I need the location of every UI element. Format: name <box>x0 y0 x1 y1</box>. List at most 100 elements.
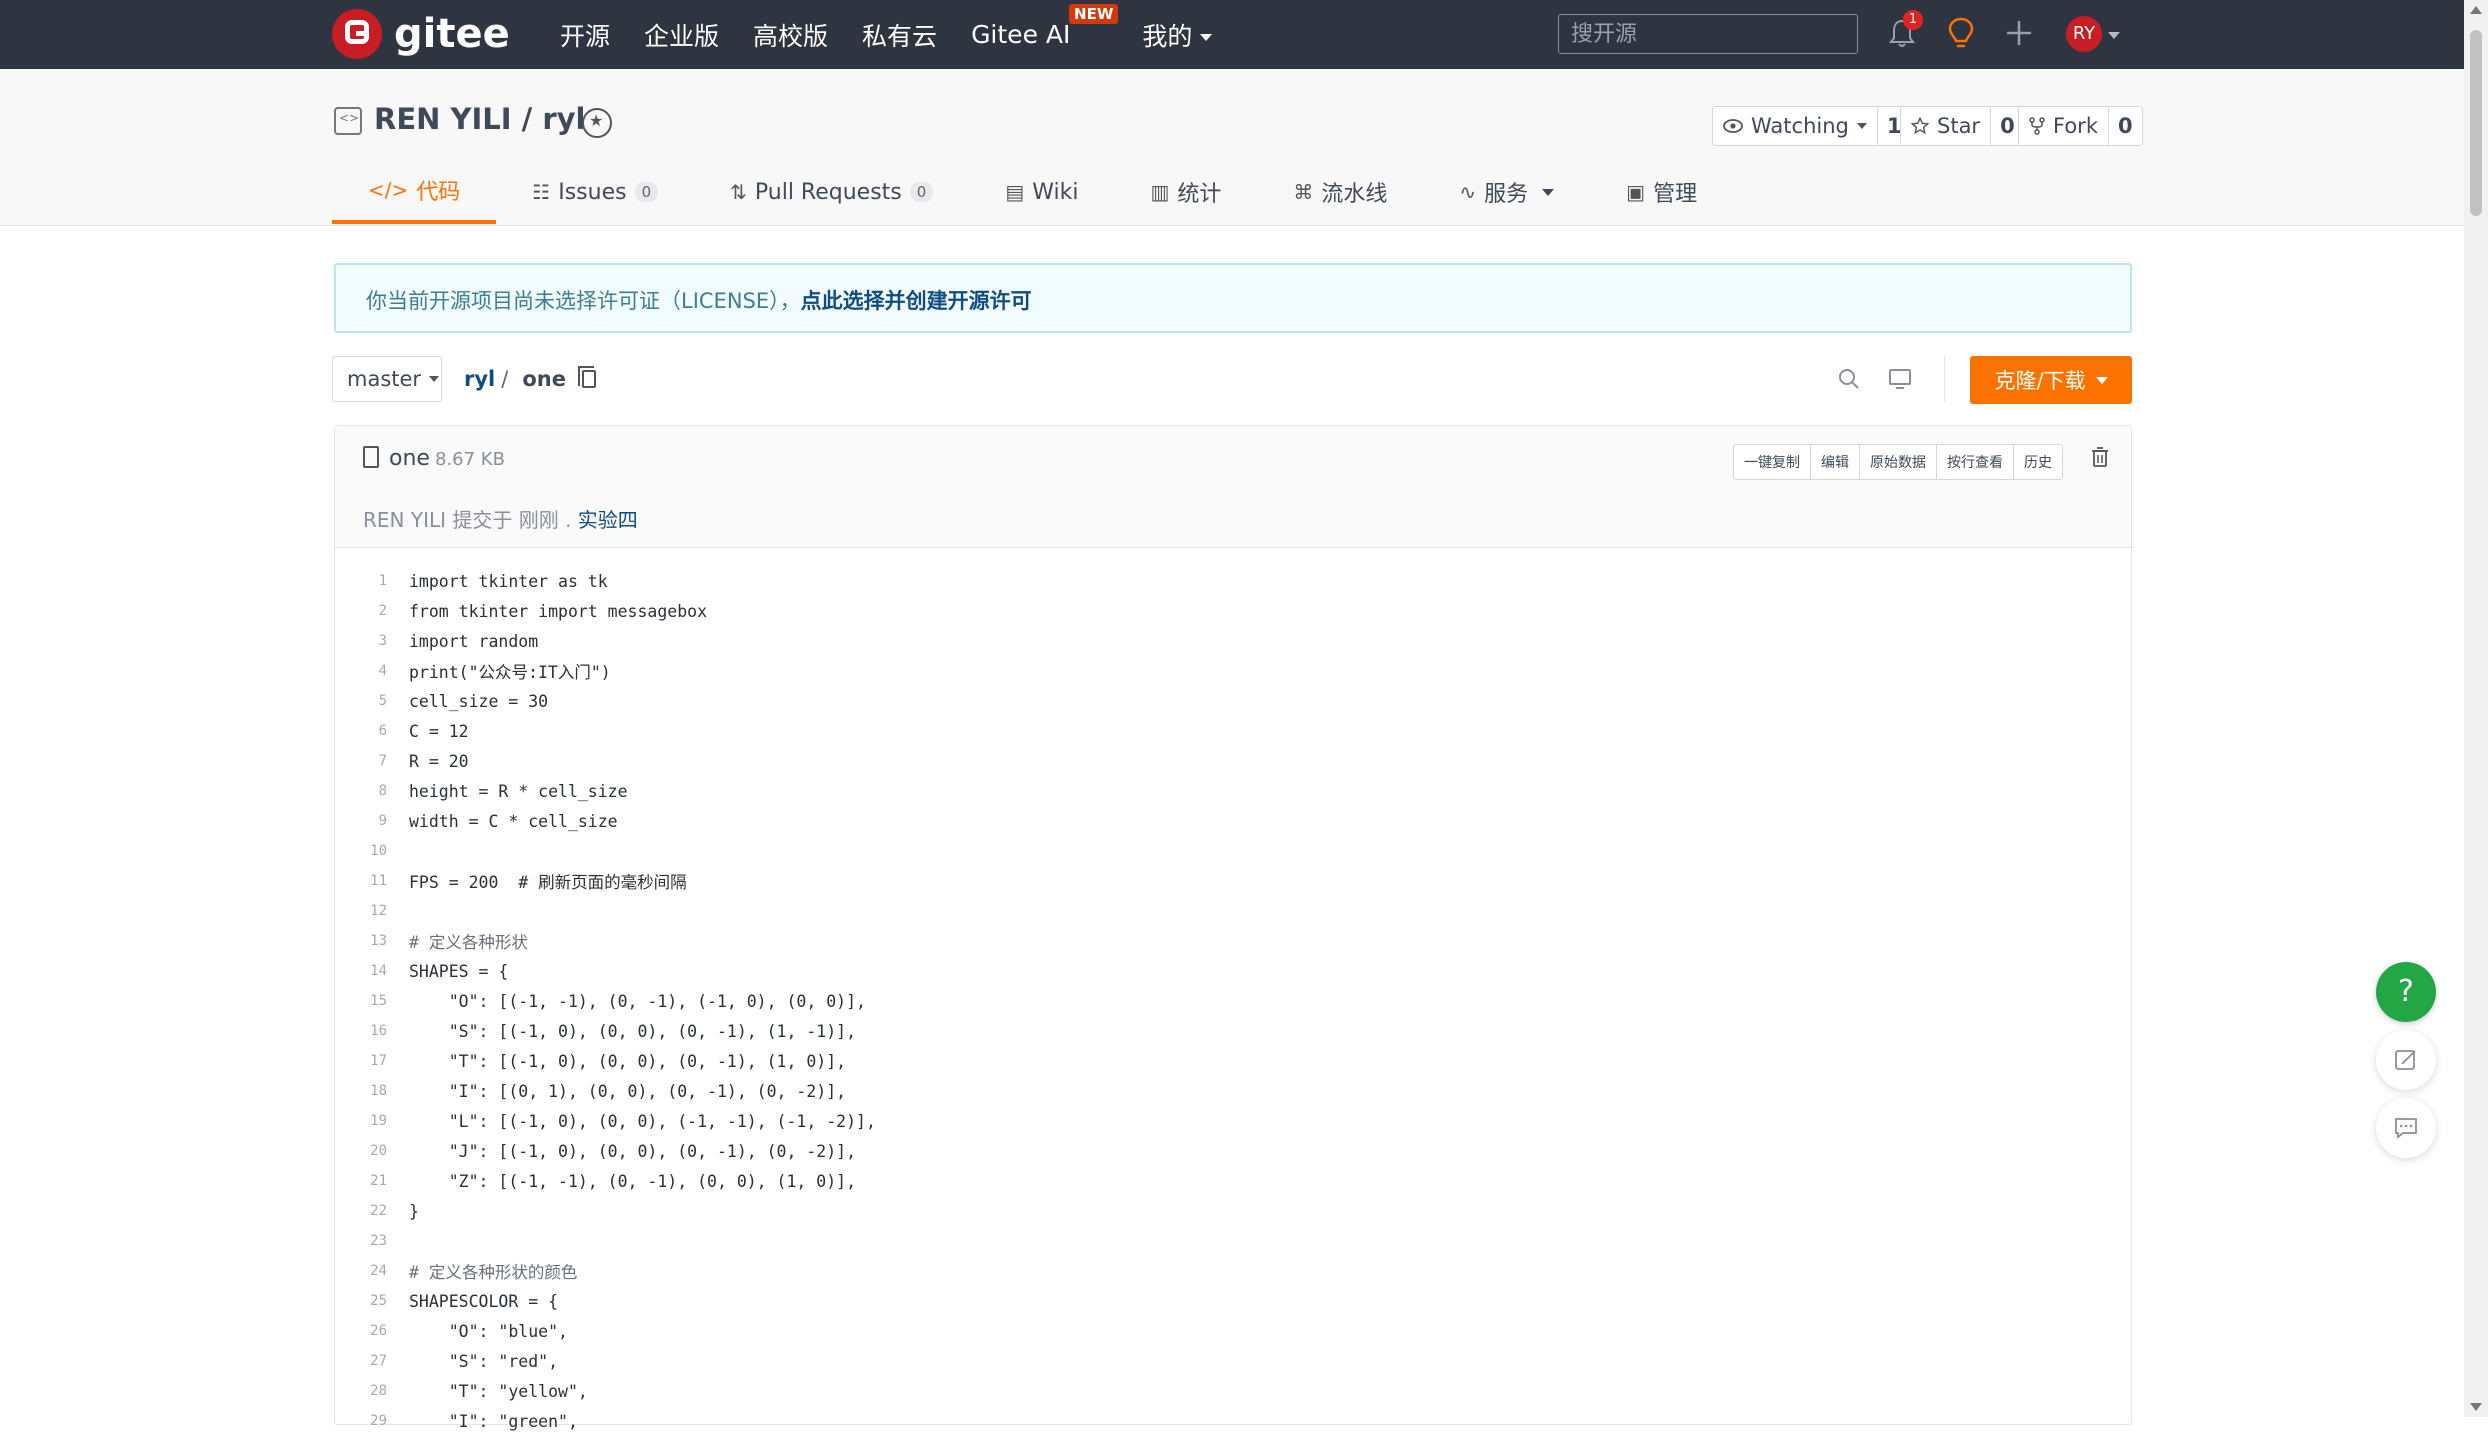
tab-pipeline[interactable]: ⌘ 流水线 <box>1257 160 1423 224</box>
feedback-button[interactable] <box>2376 1030 2436 1090</box>
breadcrumb-repo[interactable]: ryl <box>464 367 495 391</box>
line-number[interactable]: 3 <box>335 633 409 649</box>
commit-message-link[interactable]: 实验四 <box>578 508 638 532</box>
scroll-down-arrow-icon[interactable] <box>2470 1403 2482 1411</box>
tab-code[interactable]: </> 代码 <box>332 160 497 224</box>
avatar[interactable]: RY <box>2066 16 2102 52</box>
code-block: 1 import tkinter as tk 2 from tkinter impor… <box>335 566 2131 1436</box>
lightbulb-icon[interactable] <box>1946 16 1976 52</box>
trash-icon[interactable] <box>2091 446 2109 468</box>
tab-stats[interactable]: ▥ 统计 <box>1114 160 1257 224</box>
watch-button[interactable]: Watching 1 <box>1712 106 1912 146</box>
chat-button[interactable] <box>2376 1098 2436 1158</box>
line-number[interactable]: 13 <box>335 933 409 949</box>
commit-text: REN YILI 提交于 刚刚 . <box>363 508 578 532</box>
line-number[interactable]: 27 <box>335 1353 409 1369</box>
raw-button[interactable]: 原始数据 <box>1859 445 1936 479</box>
fork-count[interactable]: 0 <box>2107 107 2142 145</box>
line-number[interactable]: 11 <box>335 873 409 889</box>
license-notice-text: 你当前开源项目尚未选择许可证（LICENSE）， <box>366 289 801 313</box>
line-number[interactable]: 21 <box>335 1173 409 1189</box>
line-number[interactable]: 4 <box>335 663 409 679</box>
search-icon[interactable] <box>1838 368 1860 390</box>
line-number[interactable]: 17 <box>335 1053 409 1069</box>
line-number[interactable]: 23 <box>335 1233 409 1249</box>
line-number[interactable]: 28 <box>335 1383 409 1399</box>
award-icon[interactable] <box>582 108 612 138</box>
nav-item-private-cloud[interactable]: 私有云 <box>862 17 937 53</box>
pull-requests-count: 0 <box>909 182 934 202</box>
line-number[interactable]: 7 <box>335 753 409 769</box>
line-number[interactable]: 15 <box>335 993 409 1009</box>
code-text: "Z": [(-1, -1), (0, -1), (0, 0), (1, 0)]… <box>409 1171 857 1191</box>
line-number[interactable]: 22 <box>335 1203 409 1219</box>
repo-tabs: </> 代码 ☷ Issues 0 ⇅ Pull Requests 0 ▤ Wi… <box>332 160 1733 224</box>
fork-button-group: Fork 0 <box>2018 106 2143 146</box>
copy-all-button[interactable]: 一键复制 <box>1734 445 1810 479</box>
search-input[interactable] <box>1558 14 1858 54</box>
line-number[interactable]: 26 <box>335 1323 409 1339</box>
line-number[interactable]: 19 <box>335 1113 409 1129</box>
create-license-link[interactable]: 点此选择并创建开源许可 <box>801 289 1032 313</box>
blame-button[interactable]: 按行查看 <box>1936 445 2013 479</box>
clone-download-button[interactable]: 克隆/下载 <box>1970 356 2132 404</box>
code-text: FPS = 200 # 刷新页面的毫秒间隔 <box>409 873 687 892</box>
notification-badge: 1 <box>1903 10 1923 30</box>
chevron-down-icon[interactable] <box>2108 32 2120 39</box>
tab-manage[interactable]: ▣ 管理 <box>1590 160 1733 224</box>
tab-pipeline-label: 流水线 <box>1321 182 1388 207</box>
chevron-down-icon <box>1542 188 1555 196</box>
code-text: "I": [(0, 1), (0, 0), (0, -1), (0, -2)], <box>409 1081 847 1101</box>
line-number[interactable]: 12 <box>335 903 409 919</box>
tab-issues[interactable]: ☷ Issues 0 <box>496 160 694 224</box>
line-number[interactable]: 24 <box>335 1263 409 1279</box>
nav-item-gitee-ai-label: Gitee AI <box>971 20 1071 49</box>
nav-item-gitee-ai[interactable]: Gitee AI NEW <box>971 4 1119 49</box>
line-number[interactable]: 29 <box>335 1413 409 1429</box>
code-line: 7R = 20 <box>335 746 2131 776</box>
tab-services-dropdown[interactable]: ∿ 服务 <box>1423 160 1590 224</box>
scroll-up-arrow-icon[interactable] <box>2470 6 2482 14</box>
line-number[interactable]: 14 <box>335 963 409 979</box>
line-number[interactable]: 9 <box>335 813 409 829</box>
repo-title[interactable]: REN YILI / ryl <box>374 102 586 136</box>
line-number[interactable]: 16 <box>335 1023 409 1039</box>
line-number[interactable]: 8 <box>335 783 409 799</box>
code-line: 22} <box>335 1196 2131 1226</box>
code-line: 4 print("公众号:IT入门") <box>335 656 2131 686</box>
tab-wiki-label: Wiki <box>1032 179 1079 205</box>
line-number[interactable]: 1 <box>335 573 409 589</box>
code-text: height = R * cell_size <box>409 781 628 801</box>
nav-item-mine-dropdown[interactable]: 我的 <box>1142 17 1212 53</box>
fork-button[interactable]: Fork 0 <box>2018 106 2143 146</box>
code-line: 12 <box>335 896 2131 926</box>
history-button[interactable]: 历史 <box>2013 445 2062 479</box>
nav-item-open-source[interactable]: 开源 <box>560 17 610 53</box>
line-number[interactable]: 20 <box>335 1143 409 1159</box>
line-number[interactable]: 2 <box>335 603 409 619</box>
monitor-icon[interactable] <box>1888 368 1912 390</box>
code-line: 11 FPS = 200 # 刷新页面的毫秒间隔 <box>335 866 2131 896</box>
line-number[interactable]: 18 <box>335 1083 409 1099</box>
copy-path-icon[interactable] <box>577 366 596 388</box>
nav-item-enterprise[interactable]: 企业版 <box>644 17 719 53</box>
code-text: # 定义各种形状的颜色 <box>409 1263 578 1282</box>
nav-item-university[interactable]: 高校版 <box>753 17 828 53</box>
line-number[interactable]: 25 <box>335 1293 409 1309</box>
chevron-down-icon <box>2095 376 2108 384</box>
code-line: 9 width = C * cell_size <box>335 806 2131 836</box>
star-button[interactable]: Star 0 <box>1900 106 2025 146</box>
line-number[interactable]: 6 <box>335 723 409 739</box>
edit-button[interactable]: 编辑 <box>1810 445 1859 479</box>
line-number[interactable]: 5 <box>335 693 409 709</box>
branch-selector[interactable]: master <box>332 356 442 402</box>
scrollbar-thumb[interactable] <box>2470 30 2482 216</box>
tab-services-label: 服务 <box>1484 182 1529 207</box>
pull-request-icon: ⇅ <box>730 180 747 204</box>
tab-pull-requests[interactable]: ⇅ Pull Requests 0 <box>694 160 969 224</box>
plus-icon[interactable] <box>2004 18 2034 48</box>
tab-wiki[interactable]: ▤ Wiki <box>969 160 1114 224</box>
gitee-logo[interactable]: gitee <box>332 9 510 59</box>
help-button[interactable]: ? <box>2376 962 2436 1022</box>
line-number[interactable]: 10 <box>335 843 409 859</box>
